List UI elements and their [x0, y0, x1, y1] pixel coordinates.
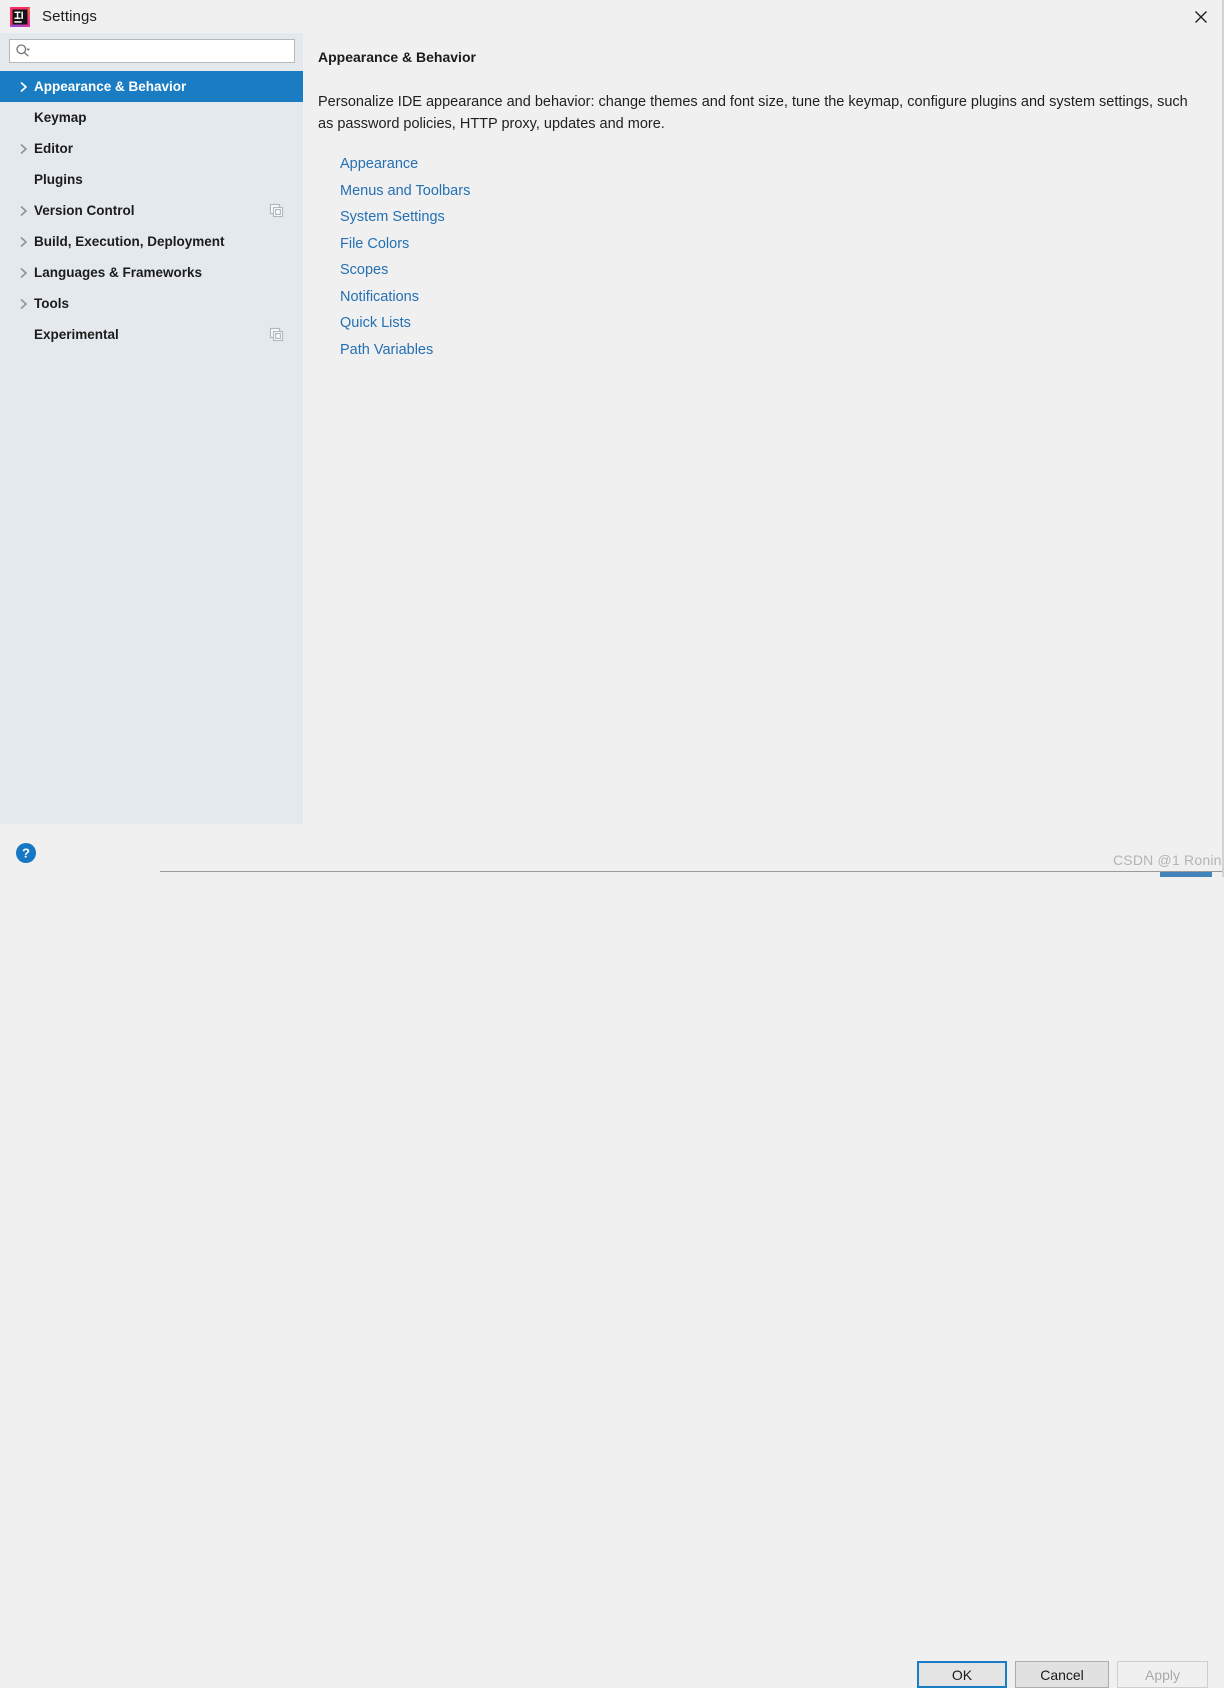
sidebar-item-label: Tools [34, 296, 69, 311]
close-icon[interactable] [1178, 0, 1224, 33]
window-title: Settings [42, 8, 97, 25]
chevron-right-icon[interactable] [14, 143, 34, 155]
settings-link-system-settings[interactable]: System Settings [340, 204, 445, 231]
background-window-edge [160, 871, 1224, 872]
sidebar-item-label: Keymap [34, 110, 87, 125]
search-box[interactable] [9, 39, 295, 63]
chevron-right-icon[interactable] [14, 205, 34, 217]
sidebar-item-version-control[interactable]: Version Control [0, 195, 303, 226]
settings-dialog: Settings Appearance & Behavior Keymap Edi [0, 0, 1224, 1688]
sidebar-item-tools[interactable]: Tools [0, 288, 303, 319]
chevron-right-icon[interactable] [14, 298, 34, 310]
sidebar-item-label: Build, Execution, Deployment [34, 234, 225, 249]
ok-button[interactable]: OK [917, 1661, 1007, 1688]
title-bar: Settings [0, 0, 1224, 33]
sidebar-item-label: Editor [34, 141, 73, 156]
cancel-button[interactable]: Cancel [1015, 1661, 1109, 1688]
sub-settings-link-list: Appearance Menus and Toolbars System Setti… [318, 151, 1204, 363]
sidebar-item-keymap[interactable]: Keymap [0, 102, 303, 133]
search-input[interactable] [31, 41, 294, 61]
settings-link-appearance[interactable]: Appearance [340, 151, 418, 178]
sidebar-item-label: Version Control [34, 203, 135, 218]
background-window-accent [1160, 872, 1212, 877]
search-icon[interactable] [15, 43, 31, 59]
copy-settings-icon[interactable] [269, 327, 285, 343]
sidebar-item-languages-frameworks[interactable]: Languages & Frameworks [0, 257, 303, 288]
chevron-right-icon[interactable] [14, 236, 34, 248]
chevron-right-icon[interactable] [14, 81, 34, 93]
settings-link-quick-lists[interactable]: Quick Lists [340, 310, 411, 337]
settings-category-tree: Appearance & Behavior Keymap Editor Plugins… [0, 71, 303, 350]
sidebar-item-label: Languages & Frameworks [34, 265, 203, 280]
search-container [0, 33, 303, 69]
settings-link-file-colors[interactable]: File Colors [340, 231, 409, 258]
settings-link-scopes[interactable]: Scopes [340, 257, 388, 284]
sidebar-item-experimental[interactable]: Experimental [0, 319, 303, 350]
sidebar-item-appearance-behavior[interactable]: Appearance & Behavior [0, 71, 303, 102]
chevron-right-icon[interactable] [14, 267, 34, 279]
sidebar-item-label: Experimental [34, 327, 119, 342]
settings-link-menus-and-toolbars[interactable]: Menus and Toolbars [340, 178, 470, 205]
help-question-icon[interactable]: ? [14, 841, 38, 865]
dialog-footer: ? OK Cancel Apply [0, 824, 1224, 1688]
sidebar-item-build-execution-deployment[interactable]: Build, Execution, Deployment [0, 226, 303, 257]
apply-button-label: Apply [1144, 1666, 1181, 1683]
intellij-idea-logo-icon [10, 6, 30, 27]
ok-button-label: OK [951, 1666, 973, 1683]
sidebar-item-editor[interactable]: Editor [0, 133, 303, 164]
settings-link-path-variables[interactable]: Path Variables [340, 337, 433, 364]
settings-sidebar: Appearance & Behavior Keymap Editor Plugins… [0, 33, 303, 824]
settings-content-panel: Appearance & Behavior Personalize IDE ap… [303, 33, 1224, 824]
apply-button: Apply [1117, 1661, 1208, 1688]
sidebar-item-label: Appearance & Behavior [34, 79, 187, 94]
sidebar-item-plugins[interactable]: Plugins [0, 164, 303, 195]
svg-text:?: ? [22, 846, 30, 861]
settings-link-notifications[interactable]: Notifications [340, 284, 419, 311]
page-description: Personalize IDE appearance and behavior:… [318, 94, 1188, 132]
cancel-button-label: Cancel [1040, 1666, 1084, 1683]
copy-settings-icon[interactable] [269, 203, 285, 219]
sidebar-item-label: Plugins [34, 172, 83, 187]
page-title: Appearance & Behavior [318, 49, 476, 65]
